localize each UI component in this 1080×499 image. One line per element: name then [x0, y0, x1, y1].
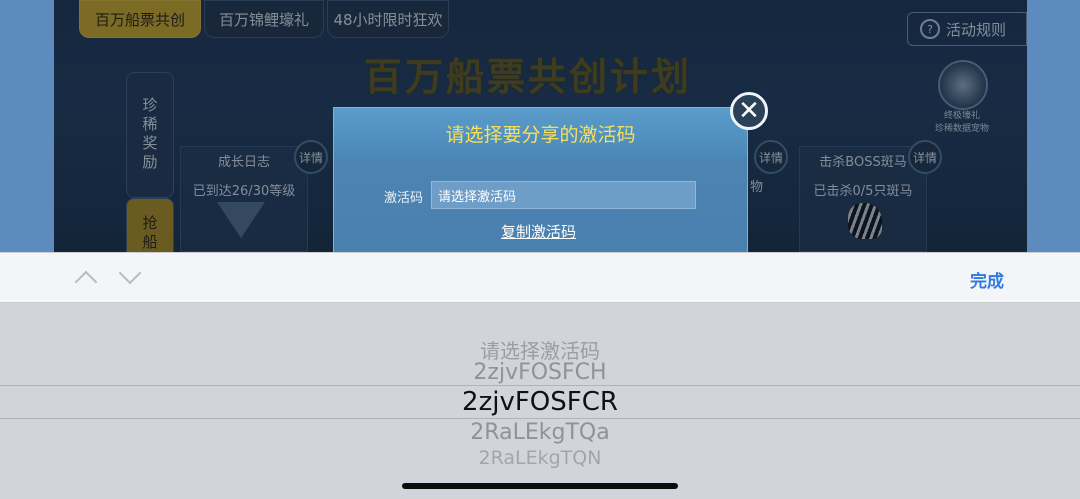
copy-code-link[interactable]: 复制激活码: [501, 221, 576, 242]
close-icon[interactable]: ✕: [730, 92, 768, 130]
code-select-field[interactable]: 请选择激活码: [431, 181, 696, 209]
done-button[interactable]: 完成: [970, 267, 1004, 292]
right-margin: [1027, 0, 1080, 252]
picker-toolbar: 完成: [0, 252, 1080, 303]
picker-option-selected[interactable]: 2zjvFOSFCR: [0, 387, 1080, 417]
picker-option[interactable]: 2RaLEkgTQN: [0, 447, 1080, 469]
code-label: 激活码: [384, 191, 424, 206]
chevron-up-icon[interactable]: [74, 270, 98, 294]
chevron-down-icon[interactable]: [118, 261, 142, 285]
code-picker[interactable]: 请选择激活码 2zjvFOSFCH 2zjvFOSFCR 2RaLEkgTQa …: [0, 303, 1080, 499]
home-indicator: [402, 483, 678, 489]
picker-option[interactable]: 2zjvFOSFCH: [0, 360, 1080, 385]
modal-title: 请选择要分享的激活码: [334, 108, 747, 158]
left-margin: [0, 0, 54, 252]
picker-option[interactable]: 2RaLEkgTQa: [0, 420, 1080, 445]
